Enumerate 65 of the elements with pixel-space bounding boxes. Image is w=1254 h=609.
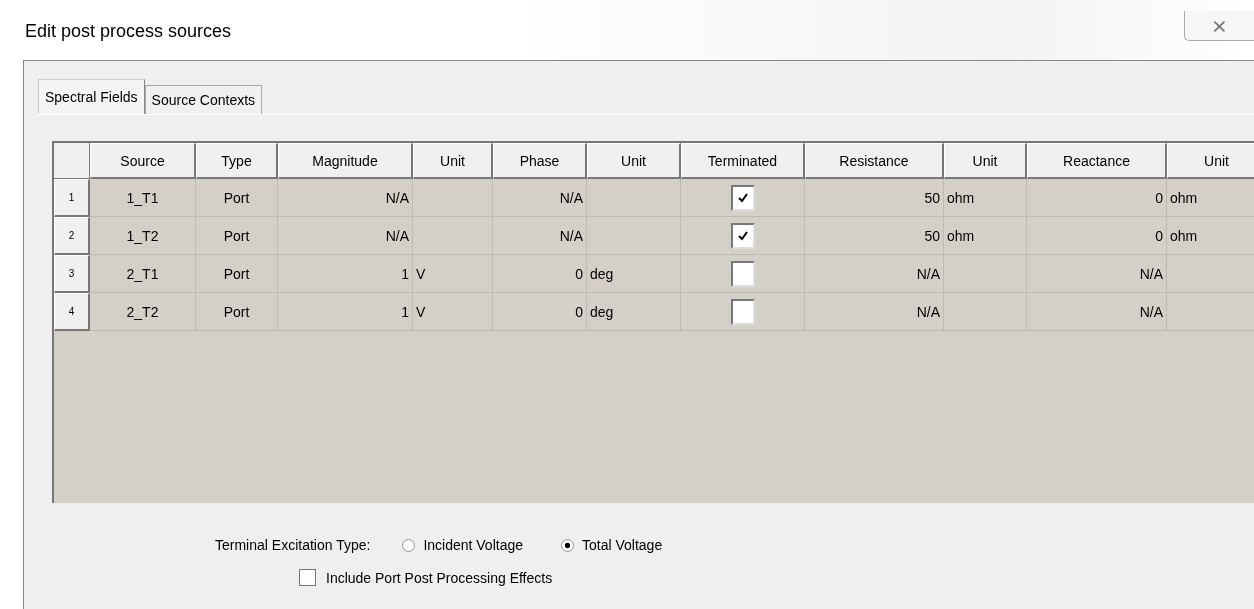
table-cell: 50	[805, 217, 944, 255]
table-cell: V	[413, 255, 493, 293]
row-header[interactable]: 1	[54, 179, 90, 217]
window-title: Edit post process sources	[25, 21, 232, 42]
column-header[interactable]: Resistance	[805, 143, 944, 179]
table-cell: N/A	[1027, 293, 1167, 331]
checkmark-icon	[736, 229, 749, 242]
table-cell: N/A	[805, 293, 944, 331]
table-cell: 0	[1027, 217, 1167, 255]
table-cell: ohm	[1167, 217, 1254, 255]
table-cell: N/A	[278, 179, 413, 217]
table-cell: N/A	[278, 217, 413, 255]
table-cell: ohm	[1167, 179, 1254, 217]
table-cell: N/A	[493, 217, 587, 255]
checkbox[interactable]	[299, 569, 316, 586]
column-header[interactable]: Unit	[944, 143, 1027, 179]
table-cell: N/A	[493, 179, 587, 217]
radio-button[interactable]	[402, 538, 416, 552]
radio-label[interactable]: Incident Voltage	[423, 537, 523, 553]
table-cell: 1	[278, 293, 413, 331]
table-cell: ohm	[944, 179, 1027, 217]
column-header[interactable]: Type	[196, 143, 278, 179]
radio-label[interactable]: Total Voltage	[582, 537, 663, 553]
table-cell: 1_T1	[90, 179, 196, 217]
table-cell: 2_T2	[90, 293, 196, 331]
table-cell: 0	[1027, 179, 1167, 217]
checkbox-label[interactable]: Include Port Post Processing Effects	[326, 569, 553, 586]
tab[interactable]: Source Contexts	[144, 85, 263, 114]
checkbox[interactable]	[730, 298, 755, 325]
column-header[interactable]: Unit	[587, 143, 681, 179]
table-cell: N/A	[805, 255, 944, 293]
table-cell: 0	[493, 255, 587, 293]
table-cell: deg	[587, 293, 681, 331]
table-cell: 0	[493, 293, 587, 331]
row-header[interactable]: 2	[54, 217, 90, 255]
table-cell: N/A	[1027, 255, 1167, 293]
table-cell: ohm	[944, 217, 1027, 255]
column-header[interactable]: Magnitude	[278, 143, 413, 179]
column-header[interactable]: Source	[90, 143, 196, 179]
checkmark-icon	[736, 191, 749, 204]
column-header[interactable]: Reactance	[1027, 143, 1167, 179]
table-cell: 2_T1	[90, 255, 196, 293]
table-cell: 1	[278, 255, 413, 293]
table-cell: Port	[196, 293, 278, 331]
row-header[interactable]: 3	[54, 255, 90, 293]
radio-button[interactable]	[561, 538, 574, 552]
table-cell: Port	[196, 255, 278, 293]
column-header[interactable]: Terminated	[681, 143, 805, 179]
table-cell: 1_T2	[90, 217, 196, 255]
table-cell: 50	[805, 179, 944, 217]
tab[interactable]: Spectral Fields	[38, 79, 145, 114]
checkbox[interactable]	[730, 260, 755, 287]
column-header[interactable]: Phase	[493, 143, 587, 179]
checkbox[interactable]	[730, 222, 755, 249]
grid-corner[interactable]	[54, 143, 90, 179]
column-header[interactable]: Unit	[1167, 143, 1254, 179]
table-cell: Port	[196, 217, 278, 255]
excitation-label: Terminal Excitation Type:	[215, 537, 371, 553]
column-header[interactable]: Unit	[413, 143, 493, 179]
checkbox[interactable]	[730, 184, 755, 211]
table-cell: deg	[587, 255, 681, 293]
table-cell: Port	[196, 179, 278, 217]
row-header[interactable]: 4	[54, 293, 90, 331]
close-button[interactable]: ⨯	[1184, 11, 1254, 41]
table-cell: V	[413, 293, 493, 331]
